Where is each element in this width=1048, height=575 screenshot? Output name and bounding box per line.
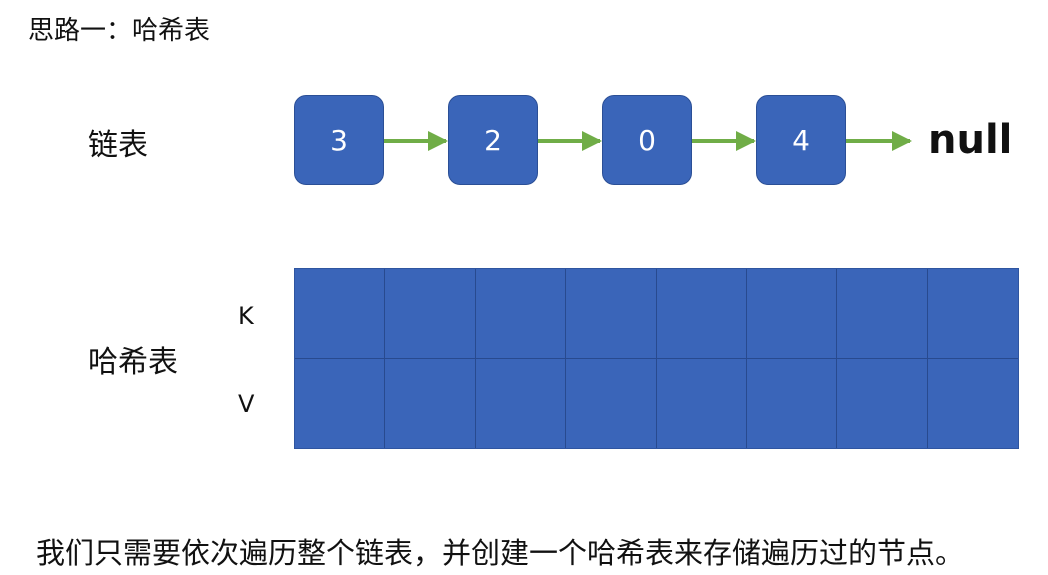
list-node-3: 3 xyxy=(294,95,384,185)
null-terminal: null xyxy=(928,117,1013,163)
value-cell xyxy=(385,358,476,448)
key-cell xyxy=(656,269,747,359)
key-cell xyxy=(475,269,567,359)
value-cell xyxy=(837,358,928,448)
key-cell xyxy=(837,269,928,359)
value-cell xyxy=(928,359,1018,449)
caption: 我们只需要依次遍历整个链表，并创建一个哈希表来存储遍历过的节点。 xyxy=(36,536,965,570)
list-node-2: 2 xyxy=(448,95,538,185)
value-row-label: V xyxy=(238,390,255,418)
key-cell xyxy=(295,269,386,359)
hash-table-grid xyxy=(294,268,1019,449)
value-cell xyxy=(476,358,567,448)
key-cell xyxy=(566,269,657,359)
value-cell xyxy=(657,358,747,448)
key-cell xyxy=(385,269,476,359)
value-cell xyxy=(295,358,386,448)
key-cell xyxy=(746,269,838,359)
value-cell xyxy=(747,358,838,448)
list-node-0: 0 xyxy=(602,95,692,185)
key-row-label: K xyxy=(238,302,254,330)
key-cell xyxy=(927,269,1018,359)
hash-table-label: 哈希表 xyxy=(88,345,178,380)
list-node-4: 4 xyxy=(756,95,846,185)
value-cell xyxy=(566,358,657,448)
